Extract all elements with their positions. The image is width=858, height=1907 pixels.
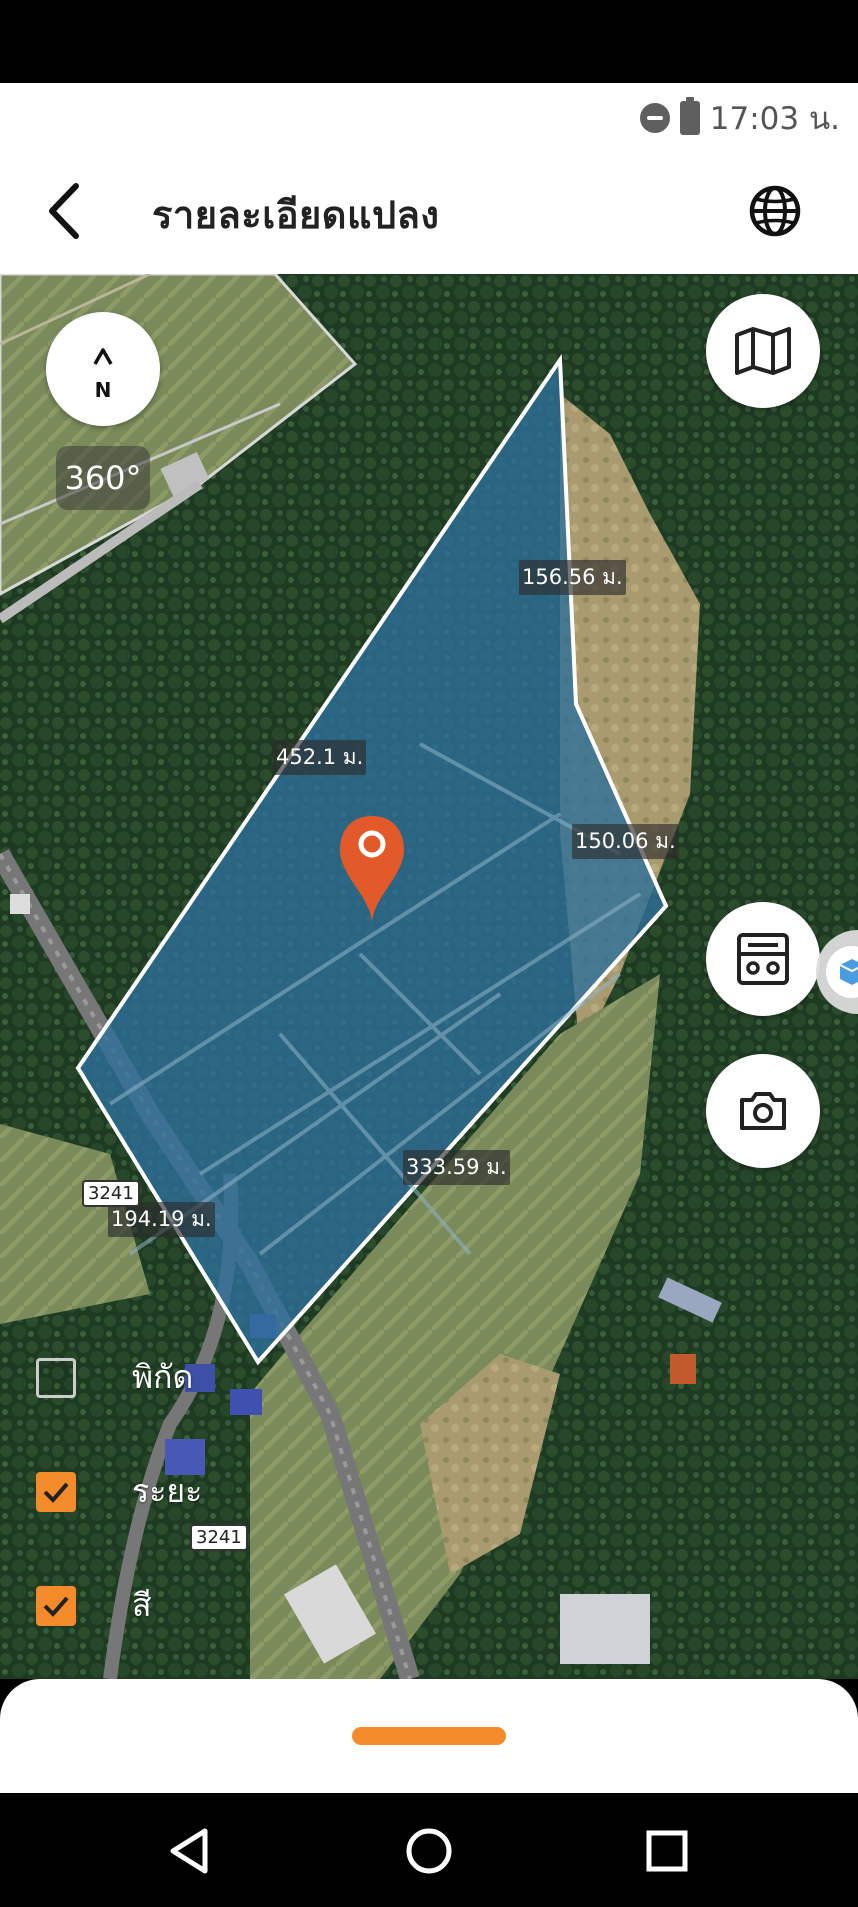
checkbox-unchecked[interactable] bbox=[36, 1357, 76, 1398]
battery-charging-icon bbox=[679, 97, 700, 135]
status-bar: 17:03 น. bbox=[0, 83, 858, 148]
globe-icon bbox=[749, 185, 801, 237]
distance-label: 150.06 ม. bbox=[572, 824, 679, 859]
status-icons: 17:03 น. bbox=[639, 93, 840, 143]
compass-button[interactable]: N bbox=[46, 312, 160, 426]
top-black-bar bbox=[0, 0, 858, 83]
layer-toggle-color[interactable]: สี bbox=[36, 1580, 152, 1631]
road-shield: 3241 bbox=[82, 1180, 140, 1207]
map-view[interactable]: N 360° 156.56 ม. 452.1 ม. 150.06 ม. 333.… bbox=[0, 274, 858, 1679]
layer-label: สี bbox=[132, 1586, 152, 1624]
calculator-button[interactable] bbox=[706, 902, 820, 1016]
compass-north-label: N bbox=[94, 378, 112, 402]
distance-label: 333.59 ม. bbox=[403, 1150, 510, 1185]
check-icon bbox=[43, 1482, 69, 1503]
distance-label: 452.1 ม. bbox=[273, 740, 367, 775]
compass-arrow-icon bbox=[93, 348, 113, 365]
back-button[interactable] bbox=[38, 178, 96, 244]
nav-back-button[interactable] bbox=[163, 1823, 219, 1879]
road-shield: 3241 bbox=[190, 1524, 248, 1551]
rotation-badge: 360° bbox=[56, 446, 150, 510]
map-icon bbox=[735, 327, 791, 375]
layer-toggle-distance[interactable]: ระยะ bbox=[36, 1466, 202, 1517]
checkbox-checked[interactable] bbox=[36, 1471, 76, 1512]
map-type-button[interactable] bbox=[706, 294, 820, 408]
distance-label: 194.19 ม. bbox=[108, 1202, 215, 1237]
page-title: รายละเอียดแปลง bbox=[152, 193, 440, 237]
nav-home-button[interactable] bbox=[401, 1823, 457, 1879]
camera-button[interactable] bbox=[706, 1054, 820, 1168]
layer-toggle-coordinates[interactable]: พิกัด bbox=[36, 1352, 193, 1403]
layer-label: พิกัด bbox=[132, 1358, 194, 1396]
layer-label: ระยะ bbox=[132, 1472, 203, 1510]
checkbox-checked[interactable] bbox=[36, 1585, 76, 1626]
square-recents-icon bbox=[646, 1830, 688, 1872]
circle-home-icon bbox=[406, 1828, 452, 1874]
camera-icon bbox=[740, 1092, 786, 1130]
3d-box-icon bbox=[826, 946, 858, 998]
do-not-disturb-icon bbox=[639, 103, 670, 133]
language-button[interactable] bbox=[746, 182, 804, 240]
calculator-icon bbox=[737, 933, 789, 985]
nav-recents-button[interactable] bbox=[639, 1823, 695, 1879]
triangle-back-icon bbox=[170, 1828, 208, 1874]
check-icon bbox=[43, 1596, 69, 1617]
bottom-sheet bbox=[0, 1679, 858, 1793]
app-bar: รายละเอียดแปลง bbox=[0, 148, 858, 274]
status-time: 17:03 น. bbox=[709, 101, 840, 137]
system-nav-bar bbox=[0, 1793, 858, 1907]
chevron-left-icon bbox=[49, 183, 79, 239]
distance-label: 156.56 ม. bbox=[519, 560, 626, 595]
sheet-drag-handle[interactable] bbox=[352, 1727, 506, 1745]
